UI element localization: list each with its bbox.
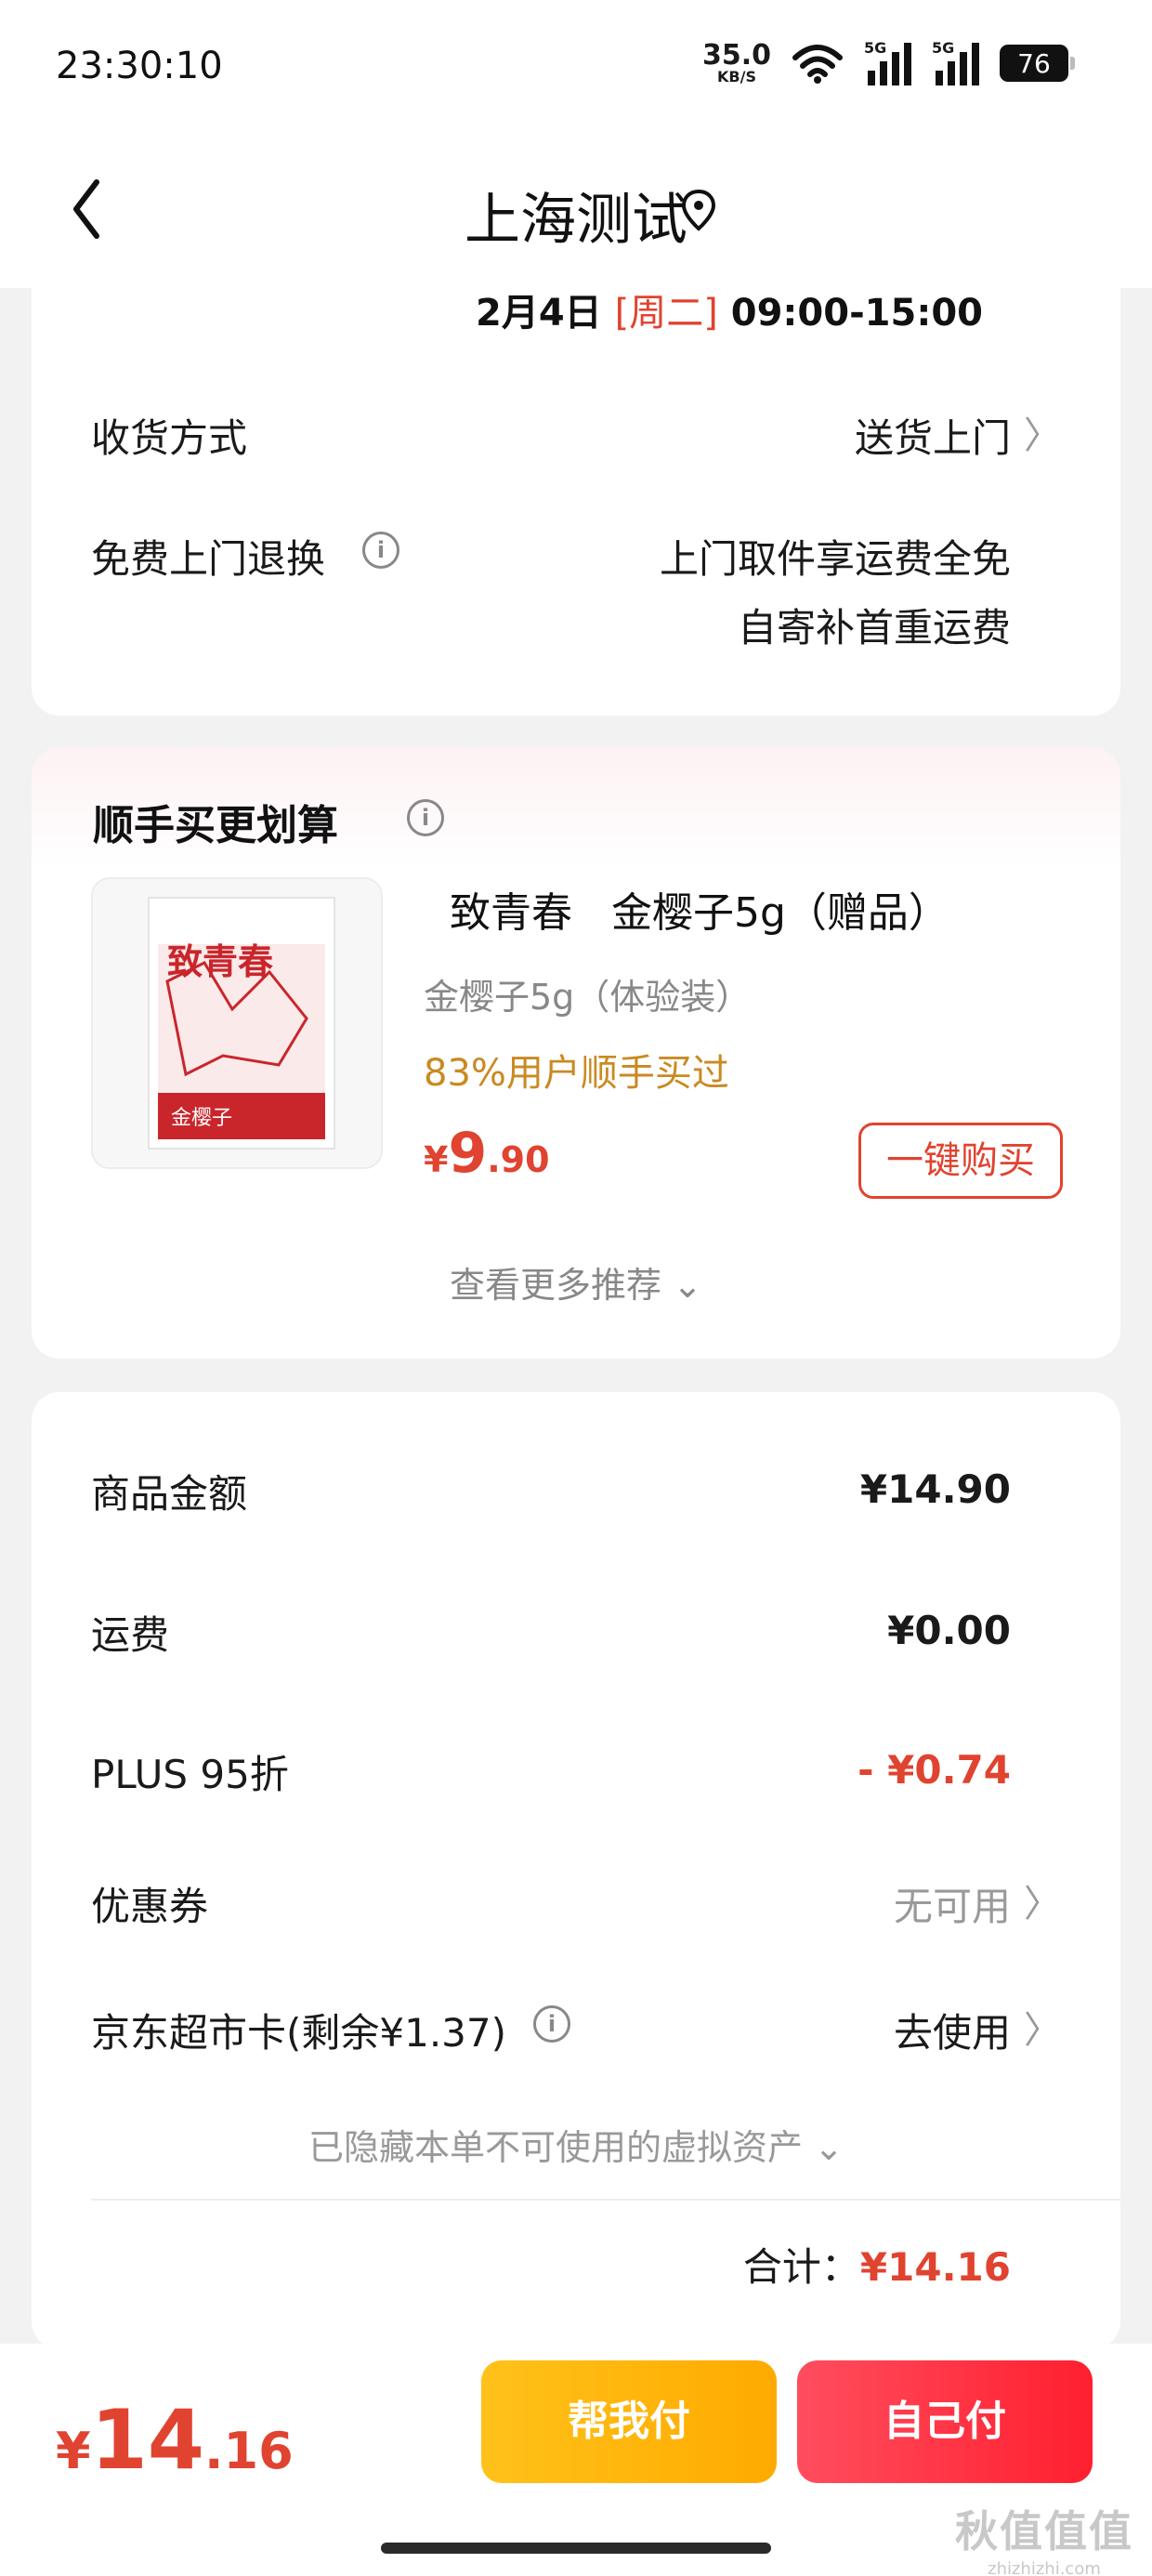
delivery-time-range: 09:00-15:00 <box>730 292 983 335</box>
product-name[interactable]: 致青春 金樱子5g（赠品） <box>450 879 949 939</box>
price-symbol: ¥ <box>56 2422 91 2480</box>
product-image-subtext: 金樱子 <box>171 1106 232 1129</box>
recommend-card: 顺手买更划算 i 致青春 金樱子 致青春 金樱子5g（赠品） 金樱子5g（体验装… <box>32 747 1120 1359</box>
info-icon[interactable]: i <box>362 532 399 569</box>
delivery-time[interactable]: 2月4日 [周二] 09:00-15:00 <box>476 283 983 336</box>
recommend-title: 顺手买更划算 <box>93 802 338 849</box>
signal-type-label: 5G <box>864 39 887 57</box>
network-speed: 35.0 KB/S <box>702 42 771 85</box>
product-image[interactable]: 致青春 金樱子 <box>91 877 383 1169</box>
status-bar: 23:30:10 35.0 KB/S 5G 5G 76 <box>0 0 1152 139</box>
chevron-down-icon: ⌄ <box>814 2127 844 2168</box>
product-package-image: 致青春 金樱子 <box>93 879 381 1167</box>
watermark-main: 秋值值值 <box>955 2506 1133 2556</box>
shipping-value: ¥0.00 <box>887 1608 1011 1653</box>
home-indicator[interactable] <box>381 2543 771 2554</box>
product-price: ¥9.90 <box>424 1121 550 1186</box>
coupon-label: 优惠券 <box>91 1884 209 1929</box>
delivery-card: 2月4日 [周二] 09:00-15:00 收货方式 送货上门 〉 免费上门退换… <box>32 269 1120 716</box>
signal-type-label: 5G <box>932 39 955 57</box>
bottom-pay-bar: ¥14.16 帮我付 自己付 秋值值值 zhizhizhi.com <box>0 2344 1152 2576</box>
chevron-right-icon[interactable]: 〉 <box>1024 2000 1061 2054</box>
more-recommendations[interactable]: 查看更多推荐 ⌄ <box>32 1256 1120 1308</box>
signal-icon: 5G <box>932 39 979 85</box>
price-integer: 9 <box>448 1121 488 1186</box>
hidden-assets-label: 已隐藏本单不可使用的虚拟资产 <box>308 2127 804 2168</box>
signal-icon: 5G <box>864 39 911 85</box>
location-pin-icon[interactable] <box>680 188 717 234</box>
battery-icon: 76 <box>1000 45 1075 82</box>
network-speed-value: 35.0 <box>701 39 771 72</box>
one-click-buy-button[interactable]: 一键购买 <box>858 1123 1063 1199</box>
supermarket-card-label: 京东超市卡(剩余¥1.37) <box>91 2010 507 2056</box>
total-line: 合计：¥14.16 <box>743 2236 1011 2293</box>
plus-discount-label: PLUS 95折 <box>91 1752 289 1797</box>
bottom-total-price: ¥14.16 <box>56 2392 294 2488</box>
chevron-right-icon[interactable]: 〉 <box>1024 405 1061 459</box>
pay-myself-button[interactable]: 自己付 <box>797 2360 1093 2483</box>
more-recommendations-label: 查看更多推荐 <box>450 1265 662 1306</box>
divider <box>91 2199 1120 2201</box>
goods-amount-value: ¥14.90 <box>859 1466 1011 1512</box>
plus-discount-value: - ¥0.74 <box>857 1747 1011 1793</box>
status-icons: 35.0 KB/S 5G 5G 76 <box>702 39 1075 85</box>
supermarket-card-value[interactable]: 去使用 <box>894 2002 1011 2058</box>
price-decimal: .90 <box>487 1139 550 1180</box>
price-decimal: .16 <box>204 2422 294 2480</box>
total-label: 合计： <box>742 2244 860 2290</box>
network-speed-unit: KB/S <box>717 68 756 85</box>
battery-level: 76 <box>1017 47 1051 79</box>
info-icon[interactable]: i <box>407 799 444 836</box>
free-return-label: 免费上门退换 <box>91 536 326 582</box>
product-spec: 金樱子5g（体验装） <box>424 977 752 1018</box>
goods-amount-label: 商品金额 <box>91 1471 248 1517</box>
chevron-right-icon[interactable]: 〉 <box>1024 1873 1061 1927</box>
page-title: 上海测试 <box>465 188 687 253</box>
watermark: 秋值值值 zhizhizhi.com <box>955 2498 1133 2576</box>
shipping-label: 运费 <box>91 1612 170 1658</box>
delivery-method-value[interactable]: 送货上门 <box>855 407 1011 464</box>
coupon-value[interactable]: 无可用 <box>894 1875 1011 1932</box>
delivery-method-label: 收货方式 <box>91 415 248 461</box>
hidden-assets-toggle[interactable]: 已隐藏本单不可使用的虚拟资产 ⌄ <box>32 2119 1120 2170</box>
info-icon[interactable]: i <box>533 2005 570 2043</box>
status-time: 23:30:10 <box>56 45 223 87</box>
price-symbol: ¥ <box>424 1139 449 1180</box>
delivery-weekday: [周二] <box>614 292 718 335</box>
watermark-sub: zhizhizhi.com <box>988 2559 1101 2576</box>
chevron-down-icon: ⌄ <box>673 1265 702 1306</box>
product-image-text: 致青春 <box>167 943 273 982</box>
product-buyers: 83%用户顺手买过 <box>424 1052 729 1095</box>
help-me-pay-button[interactable]: 帮我付 <box>481 2360 777 2483</box>
price-integer: 14 <box>90 2392 205 2488</box>
free-return-line2: 自寄补首重运费 <box>737 605 1011 651</box>
wifi-icon <box>792 45 843 84</box>
nav-bar: 上海测试 <box>0 139 1152 288</box>
delivery-date: 2月4日 <box>475 292 602 335</box>
free-return-line1: 上门取件享运费全免 <box>659 536 1011 582</box>
price-summary-card: 商品金额 ¥14.90 运费 ¥0.00 PLUS 95折 - ¥0.74 优惠… <box>32 1392 1120 2349</box>
total-value: ¥14.16 <box>859 2244 1011 2290</box>
